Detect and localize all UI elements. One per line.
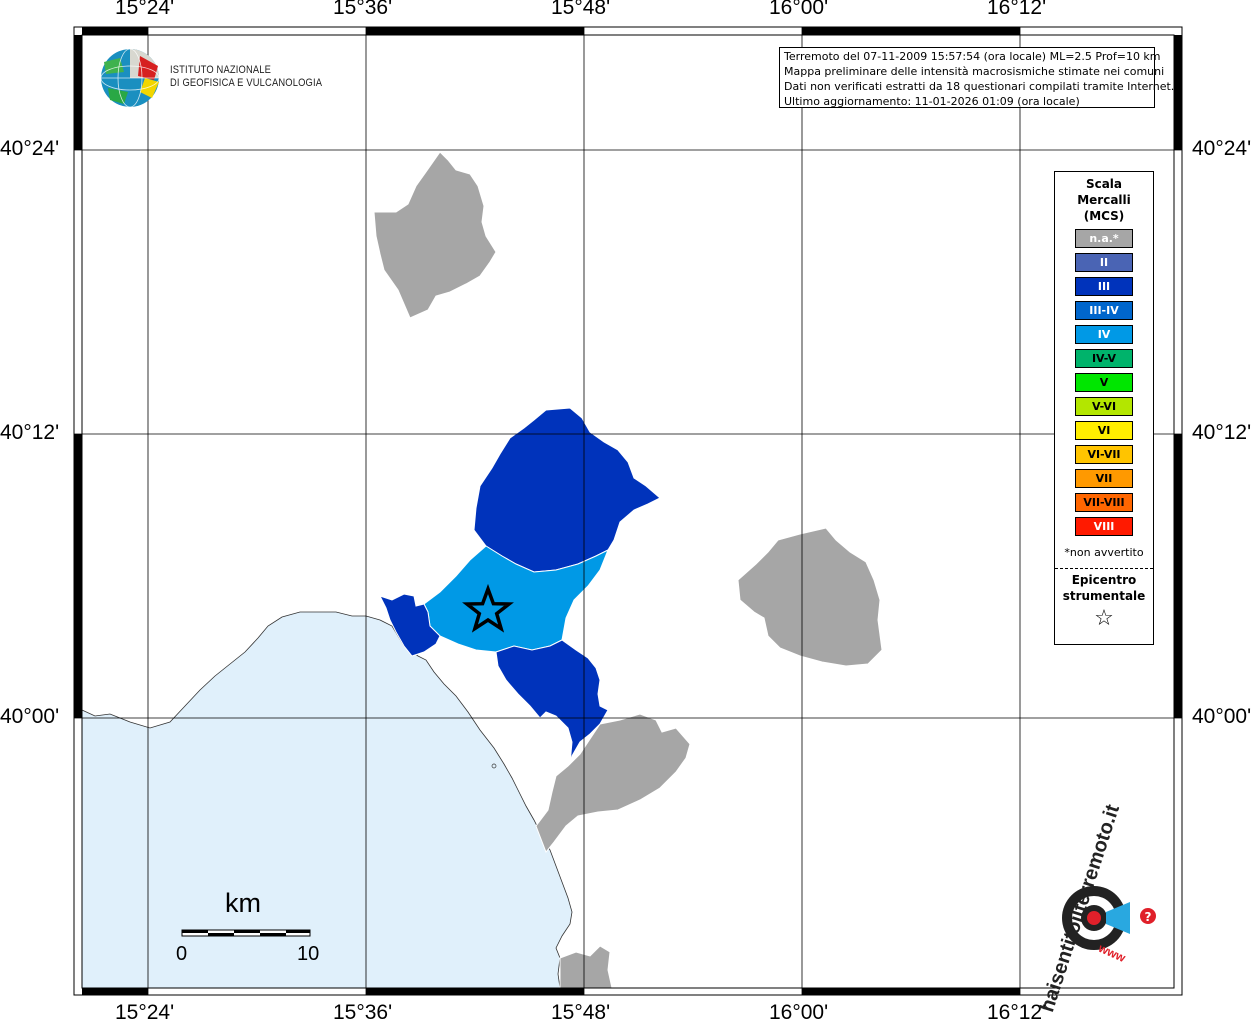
legend-note: *non avvertito xyxy=(1064,546,1144,559)
municipality-na-bottom xyxy=(559,945,613,989)
logo-line-2: DI GEOFISICA E VULCANOLOGIA xyxy=(170,77,323,89)
info-line-1: Terremoto del 07-11-2009 15:57:54 (ora l… xyxy=(784,50,1161,63)
legend-item: IV-V xyxy=(1075,349,1133,368)
legend-divider xyxy=(1055,568,1153,569)
logo-line-1: ISTITUTO NAZIONALE xyxy=(170,64,272,76)
lon-label-top-2: 15°36' xyxy=(333,0,393,19)
lon-label-top-1: 15°24' xyxy=(115,0,175,19)
legend-item: VII xyxy=(1075,469,1133,488)
legend-item: II xyxy=(1075,253,1133,272)
legend-item: n.a.* xyxy=(1075,229,1133,248)
legend-item: III-IV xyxy=(1075,301,1133,320)
municipality-na-north xyxy=(373,151,497,319)
lon-label-top-5: 16°12' xyxy=(987,0,1047,19)
scale-min-label: 0 xyxy=(176,943,188,965)
lon-label-top-3: 15°48' xyxy=(551,0,611,19)
legend-title: Scala Mercalli (MCS) xyxy=(1077,177,1131,223)
lat-label-right-2: 40°12' xyxy=(1192,421,1252,444)
legend-item: V xyxy=(1075,373,1133,392)
municipality-na-east xyxy=(737,527,883,667)
lon-label-top-4: 16°00' xyxy=(769,0,829,19)
lat-label-left-3: 40°00' xyxy=(0,705,60,728)
scale-bar xyxy=(181,929,311,937)
lon-label-bottom-1: 15°24' xyxy=(115,1001,175,1024)
ingv-logo-icon xyxy=(100,48,160,108)
lat-label-left-2: 40°12' xyxy=(0,421,60,444)
lon-label-bottom-2: 15°36' xyxy=(333,1001,393,1024)
scale-unit: km xyxy=(225,888,261,918)
mcs-legend: Scala Mercalli (MCS) n.a.* II III III-IV IV I… xyxy=(1054,171,1154,645)
event-info-box: Terremoto del 07-11-2009 15:57:54 (ora l… xyxy=(779,47,1175,108)
lat-label-right-3: 40°00' xyxy=(1192,705,1252,728)
lon-label-bottom-3: 15°48' xyxy=(551,1001,611,1024)
legend-item: IV xyxy=(1075,325,1133,344)
legend-items: n.a.* II III III-IV IV IV-V V V-VI VI VI-VII VII VI… xyxy=(1075,229,1133,541)
municipality-III-north xyxy=(473,407,661,573)
legend-item: V-VI xyxy=(1075,397,1133,416)
svg-text:?: ? xyxy=(1145,910,1152,924)
legend-item: VI xyxy=(1075,421,1133,440)
lat-label-right-1: 40°24' xyxy=(1192,137,1252,160)
scale-max-label: 10 xyxy=(297,943,320,965)
info-line-3: Dati non verificati estratti da 18 quest… xyxy=(784,80,1175,93)
legend-item: VII-VIII xyxy=(1075,493,1133,512)
sea-area xyxy=(81,611,573,989)
legend-item: VIII xyxy=(1075,517,1133,536)
municipality-na-south xyxy=(535,713,691,853)
lon-label-bottom-4: 16°00' xyxy=(769,1001,829,1024)
legend-item: III xyxy=(1075,277,1133,296)
legend-epicenter-label: Epicentro strumentale xyxy=(1062,573,1146,603)
info-line-2: Mappa preliminare delle intensità macros… xyxy=(784,65,1165,78)
info-line-4: Ultimo aggiornamento: 11-01-2026 01:09 (… xyxy=(784,95,1080,108)
lat-label-left-1: 40°24' xyxy=(0,137,60,160)
legend-star-icon: ☆ xyxy=(1094,606,1114,631)
legend-item: VI-VII xyxy=(1075,445,1133,464)
ingv-logo-text: ISTITUTO NAZIONALE DI GEOFISICA E VULCAN… xyxy=(170,64,322,90)
